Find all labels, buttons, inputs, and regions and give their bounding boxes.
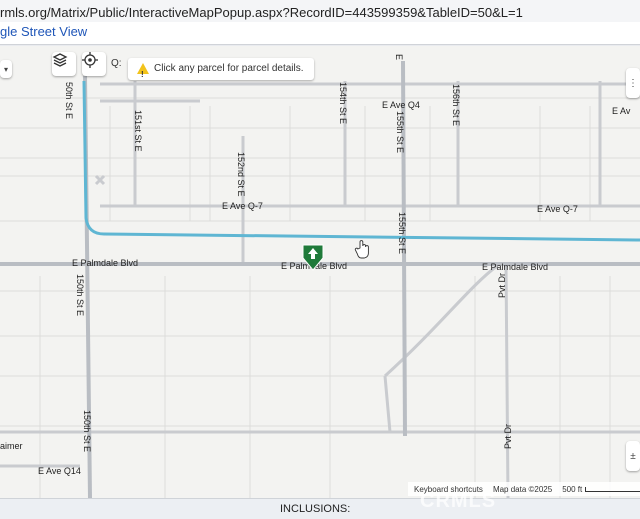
layers-icon [52,53,68,67]
scale-bar [585,486,640,492]
warning-icon [137,63,149,86]
search-fragment[interactable]: Q: [111,58,122,69]
crosshair-icon [82,52,98,68]
inclusions-label: INCLUSIONS: [280,503,351,515]
chevron-down-icon: ▾ [3,64,8,74]
menu-dots-icon: ⋮ [628,77,638,89]
label-155th-mid: 155th St E [397,212,407,254]
map-canvas[interactable]: E Ave Q4 E Av E Ave Q-7 E Ave Q-7 E Palm… [0,46,640,498]
label-aimer: aimer [0,441,23,451]
highlighted-route [82,80,640,242]
label-154th: 154th St E [338,82,348,124]
parcel-tooltip: Click any parcel for parcel details. [128,58,314,86]
label-ave-q7-left: E Ave Q-7 [222,201,263,211]
label-150th-top: 50th St E [64,82,74,119]
watermark: CRMLS [420,490,497,512]
scale-text: 500 ft [562,484,583,494]
label-pvt-dr-bottom: Pvt Dr [503,424,513,449]
tab-street-view[interactable]: gle Street View [0,24,87,39]
tooltip-text: Click any parcel for parcel details. [154,63,304,74]
label-151st: 151st St E [133,110,143,152]
label-ave-q4: E Ave Q4 [382,100,420,110]
zoom-icon: ± [630,450,636,462]
label-150th-mid: 150th St E [75,274,85,316]
label-palmdale-right: E Palmdale Blvd [482,262,548,272]
label-156th: 156th St E [451,84,461,126]
tab-bar: gle Street View [0,22,640,45]
scale-label: 500 ft [562,485,640,494]
url-text[interactable]: rmls.org/Matrix/Public/InteractiveMapPop… [0,5,523,20]
label-150th-bottom: 150th St E [82,410,92,452]
address-bar[interactable]: rmls.org/Matrix/Public/InteractiveMapPop… [0,0,640,23]
layers-button[interactable] [52,52,76,76]
label-155th-top: 155th St E [395,111,405,153]
locate-button[interactable] [82,52,106,76]
label-palmdale-left: E Palmdale Blvd [72,258,138,268]
label-152nd: 152nd St E [236,152,246,197]
label-ave-q7-right: E Ave Q-7 [537,204,578,214]
hand-cursor-icon [354,240,369,259]
map-data-text: Map data ©2025 [492,484,553,494]
map-control-right[interactable]: ⋮ [626,68,640,98]
map-svg[interactable]: E Ave Q4 E Av E Ave Q-7 E Ave Q-7 E Palm… [0,46,640,498]
label-ave-q14: E Ave Q14 [38,466,81,476]
label-155th-e: E [394,54,404,60]
label-ave-q4-right: E Av [612,106,631,116]
footer-bar: INCLUSIONS: [0,498,640,519]
zoom-control[interactable]: ± [626,441,640,471]
minor-roads [0,81,640,498]
panel-toggle-button[interactable]: ▾ [0,60,12,78]
label-pvt-dr-top: Pvt Dr [497,273,507,298]
parcel-lines [0,97,640,498]
